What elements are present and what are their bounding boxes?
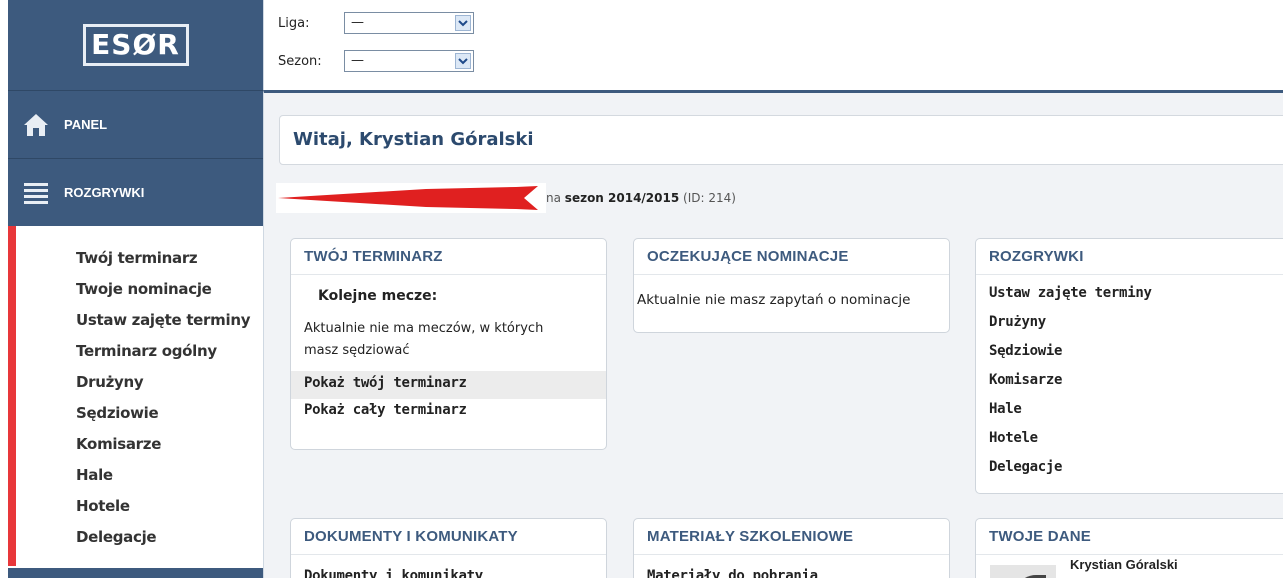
filter-bar: Liga: — Sezon: — bbox=[263, 0, 1283, 90]
rozgrywki-link-sedziowie[interactable]: Sędziowie bbox=[989, 343, 1281, 372]
season-name: sezon 2014/2015 bbox=[564, 191, 680, 205]
sidebar-item-hotele[interactable]: Hotele bbox=[16, 496, 263, 527]
sidebar-item-komisarze[interactable]: Komisarze bbox=[16, 434, 263, 465]
card-empty-text: Aktualnie nie ma meczów, w których masz … bbox=[304, 321, 544, 358]
season-info: na sezon 2014/2015 (ID: 214) bbox=[276, 183, 736, 213]
card-materialy-szkoleniowe: MATERIAŁY SZKOLENIOWE Materiały do pobra… bbox=[633, 518, 950, 578]
nav-item-rozgrywki[interactable]: ROZGRYWKI bbox=[8, 158, 263, 226]
card-subtitle: Kolejne mecze: bbox=[318, 288, 438, 304]
card-title: DOKUMENTY I KOMUNIKATY bbox=[291, 519, 606, 555]
sidebar-item-twoje-nominacje[interactable]: Twoje nominacje bbox=[16, 279, 263, 310]
card-oczekujace-nominacje: OCZEKUJĄCE NOMINACJE Aktualnie nie masz … bbox=[633, 238, 950, 333]
show-full-schedule-link[interactable]: Pokaż cały terminarz bbox=[291, 399, 606, 427]
card-title: MATERIAŁY SZKOLENIOWE bbox=[634, 519, 949, 555]
card-title: OCZEKUJĄCE NOMINACJE bbox=[634, 239, 949, 275]
season-prefix: na bbox=[546, 191, 561, 205]
sidebar-next-section bbox=[8, 568, 263, 578]
home-icon bbox=[8, 112, 64, 138]
menu-icon bbox=[8, 182, 64, 204]
logo-area: ESØR bbox=[8, 0, 263, 90]
chevron-down-icon bbox=[455, 15, 471, 31]
sidebar-item-druzyny[interactable]: Drużyny bbox=[16, 372, 263, 403]
sidebar: ESØR PANEL ROZGRYWKI Twój terminarz Twoj… bbox=[8, 0, 263, 578]
sidebar-item-sedziowie[interactable]: Sędziowie bbox=[16, 403, 263, 434]
sezon-select[interactable]: — bbox=[344, 50, 474, 72]
sezon-select-value: — bbox=[351, 53, 364, 68]
liga-select[interactable]: — bbox=[344, 12, 474, 34]
training-materials-link[interactable]: Materiały do pobrania bbox=[634, 555, 949, 578]
submenu-rozgrywki: Twój terminarz Twoje nominacje Ustaw zaj… bbox=[8, 226, 263, 566]
documents-link[interactable]: Dokumenty i komunikaty bbox=[291, 555, 606, 578]
red-arrow-annotation bbox=[276, 183, 546, 213]
nav-label-panel: PANEL bbox=[64, 117, 108, 132]
card-twoj-terminarz: TWÓJ TERMINARZ Kolejne mecze: Aktualnie … bbox=[290, 238, 607, 450]
show-my-schedule-link[interactable]: Pokaż twój terminarz bbox=[291, 371, 606, 399]
user-name: Krystian Góralski bbox=[1070, 557, 1178, 572]
sezon-label: Sezon: bbox=[278, 53, 322, 69]
card-twoje-dane: TWOJE DANE Krystian Góralski bbox=[975, 518, 1283, 578]
chevron-down-icon bbox=[455, 53, 471, 69]
rozgrywki-link-ustaw-zajete-terminy[interactable]: Ustaw zajęte terminy bbox=[989, 285, 1281, 314]
app-logo[interactable]: ESØR bbox=[82, 24, 189, 66]
season-text: na sezon 2014/2015 (ID: 214) bbox=[546, 191, 736, 205]
liga-label: Liga: bbox=[278, 15, 310, 31]
liga-filter: Liga: — bbox=[278, 12, 474, 34]
sezon-filter: Sezon: — bbox=[278, 50, 474, 72]
card-rozgrywki: ROZGRYWKI Ustaw zajęte terminy Drużyny S… bbox=[975, 238, 1283, 494]
rozgrywki-link-delegacje[interactable]: Delegacje bbox=[989, 459, 1281, 488]
card-title: TWOJE DANE bbox=[976, 519, 1283, 555]
card-title: TWÓJ TERMINARZ bbox=[291, 239, 606, 275]
sidebar-item-ustaw-zajete-terminy[interactable]: Ustaw zajęte terminy bbox=[16, 310, 263, 341]
rozgrywki-link-hotele[interactable]: Hotele bbox=[989, 430, 1281, 459]
welcome-heading: Witaj, Krystian Góralski bbox=[279, 115, 1283, 165]
season-id: (ID: 214) bbox=[683, 191, 736, 205]
rozgrywki-link-druzyny[interactable]: Drużyny bbox=[989, 314, 1281, 343]
nav-item-panel[interactable]: PANEL bbox=[8, 90, 263, 158]
sidebar-item-terminarz-ogolny[interactable]: Terminarz ogólny bbox=[16, 341, 263, 372]
rozgrywki-link-komisarze[interactable]: Komisarze bbox=[989, 372, 1281, 401]
sidebar-item-twoj-terminarz[interactable]: Twój terminarz bbox=[16, 248, 263, 279]
avatar bbox=[990, 565, 1056, 578]
sidebar-item-hale[interactable]: Hale bbox=[16, 465, 263, 496]
rozgrywki-link-hale[interactable]: Hale bbox=[989, 401, 1281, 430]
main-content: Witaj, Krystian Góralski na sezon 2014/2… bbox=[263, 90, 1283, 578]
liga-select-value: — bbox=[351, 15, 364, 30]
sidebar-item-delegacje[interactable]: Delegacje bbox=[16, 527, 263, 558]
card-title: ROZGRYWKI bbox=[976, 239, 1283, 275]
nav-label-rozgrywki: ROZGRYWKI bbox=[64, 185, 145, 200]
card-empty-text: Aktualnie nie masz zapytań o nominacje bbox=[637, 292, 911, 308]
card-dokumenty-i-komunikaty: DOKUMENTY I KOMUNIKATY Dokumenty i komun… bbox=[290, 518, 607, 578]
